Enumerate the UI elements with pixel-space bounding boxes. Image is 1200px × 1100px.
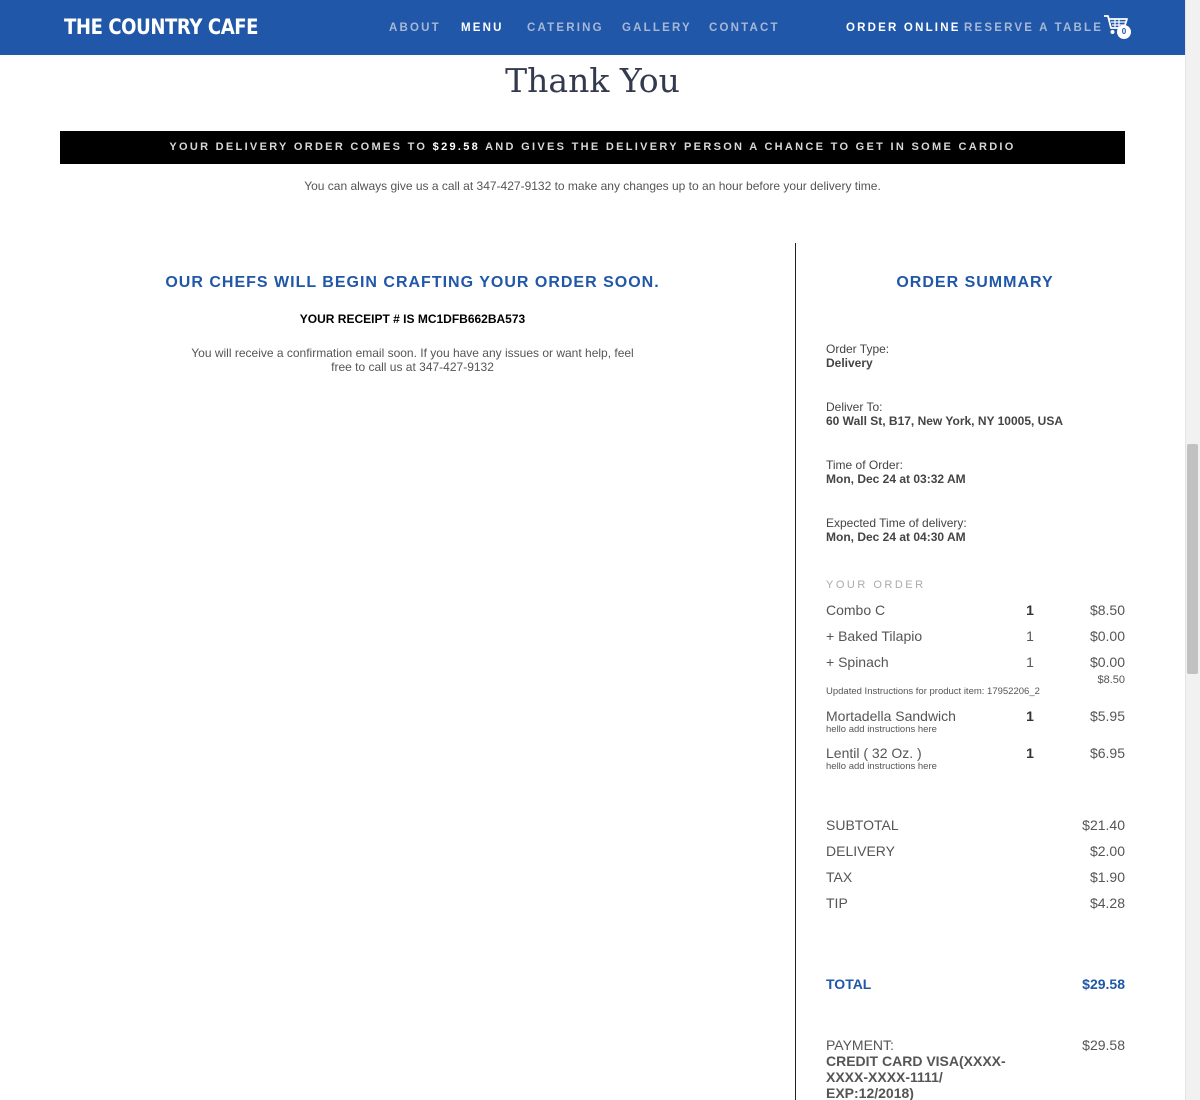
order-summary-heading: ORDER SUMMARY — [896, 274, 1054, 291]
reserve-table-link[interactable]: RESERVE A TABLE — [964, 21, 1103, 35]
tip-label: TIP — [826, 895, 848, 911]
item-name: + Spinach — [826, 654, 889, 670]
item-price: $6.95 — [1089, 745, 1125, 761]
expected-time-label: Expected Time of delivery: — [826, 516, 967, 530]
tax-value: $1.90 — [1089, 869, 1125, 885]
item-price: $5.95 — [1089, 708, 1125, 724]
page-title: Thank You — [505, 61, 680, 100]
item-price: $0.00 — [1089, 628, 1125, 644]
scrollbar-thumb[interactable] — [1187, 444, 1198, 674]
item-price: $8.50 — [1089, 602, 1125, 618]
nav-menu[interactable]: MENU — [461, 21, 504, 35]
subtotal-label: SUBTOTAL — [826, 817, 899, 833]
nav-catering[interactable]: CATERING — [527, 21, 604, 35]
delivery-banner: YOUR DELIVERY ORDER COMES TO $29.58 AND … — [60, 131, 1125, 164]
receipt-number: YOUR RECEIPT # IS MC1DFB662BA573 — [299, 312, 526, 326]
cart-count-badge: 0 — [1117, 25, 1131, 39]
item-qty: 1 — [1026, 708, 1034, 724]
order-type-value: Delivery — [826, 356, 873, 370]
item-instructions: hello add instructions here — [826, 724, 937, 735]
total-value: $29.58 — [1082, 976, 1125, 992]
delivery-fee-label: DELIVERY — [826, 843, 895, 859]
confirmation-note: You will receive a confirmation email so… — [191, 346, 634, 374]
column-divider — [795, 243, 796, 1100]
item-name: + Baked Tilapio — [826, 628, 923, 644]
chefs-heading: OUR CHEFS WILL BEGIN CRAFTING YOUR ORDER… — [165, 274, 660, 291]
nav-about[interactable]: ABOUT — [389, 21, 441, 35]
top-navbar: THE COUNTRY CAFE ABOUT MENU CATERING GAL… — [0, 0, 1185, 55]
item-qty: 1 — [1026, 654, 1034, 670]
item-price: $0.00 — [1089, 654, 1125, 670]
tip-value: $4.28 — [1089, 895, 1125, 911]
combo-subtotal: $8.50 — [1097, 674, 1125, 686]
item-qty: 1 — [1026, 602, 1034, 618]
item-name: Mortadella Sandwich — [826, 708, 956, 724]
banner-suffix: AND GIVES THE DELIVERY PERSON A CHANCE T… — [485, 141, 1016, 153]
subtotal-value: $21.40 — [1082, 817, 1125, 833]
deliver-to-label: Deliver To: — [826, 400, 883, 414]
payment-label: PAYMENT: — [826, 1037, 894, 1053]
delivery-fee-value: $2.00 — [1089, 843, 1125, 859]
item-name: Combo C — [826, 602, 886, 618]
time-of-order-label: Time of Order: — [826, 458, 903, 472]
item-qty: 1 — [1026, 628, 1034, 644]
total-label: TOTAL — [826, 976, 872, 992]
payment-method: CREDIT CARD VISA(XXXX-XXXX-XXXX-1111/ EX… — [826, 1053, 1006, 1100]
call-note: You can always give us a call at 347-427… — [304, 179, 881, 193]
combo-instructions: Updated Instructions for product item: 1… — [826, 686, 1040, 697]
your-order-heading: YOUR ORDER — [826, 579, 926, 591]
deliver-to-value: 60 Wall St, B17, New York, NY 10005, USA — [826, 414, 1063, 428]
nav-contact[interactable]: CONTACT — [709, 21, 780, 35]
tax-label: TAX — [826, 869, 853, 885]
banner-amount: $29.58 — [432, 141, 481, 153]
banner-prefix: YOUR DELIVERY ORDER COMES TO — [169, 141, 428, 153]
order-online-link[interactable]: ORDER ONLINE — [846, 21, 961, 35]
expected-time-value: Mon, Dec 24 at 04:30 AM — [826, 530, 966, 544]
order-type-label: Order Type: — [826, 342, 890, 356]
cart-button[interactable]: 0 — [1103, 14, 1133, 40]
item-instructions: hello add instructions here — [826, 761, 937, 772]
payment-amount: $29.58 — [1082, 1037, 1125, 1053]
item-qty: 1 — [1026, 745, 1034, 761]
site-logo[interactable]: THE COUNTRY CAFE — [64, 13, 259, 41]
nav-gallery[interactable]: GALLERY — [622, 21, 692, 35]
time-of-order-value: Mon, Dec 24 at 03:32 AM — [826, 472, 966, 486]
item-name: Lentil ( 32 Oz. ) — [826, 745, 922, 761]
